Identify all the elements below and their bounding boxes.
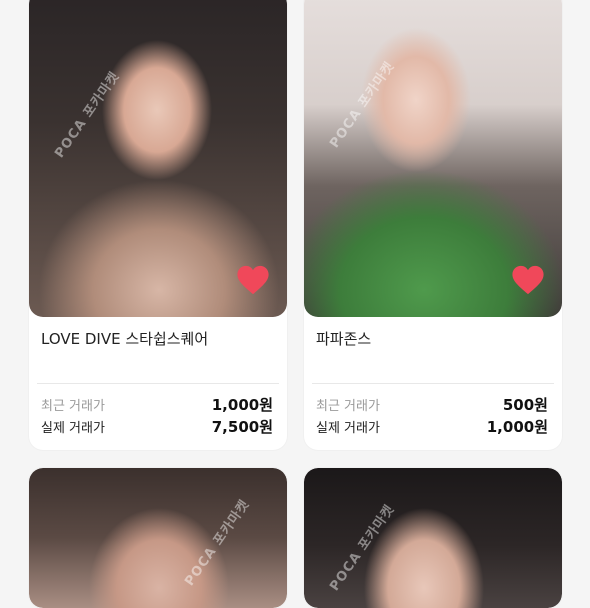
product-photo: POCA 포카마켓 bbox=[29, 468, 287, 608]
recent-price-row: 최근 거래가 1,000원 bbox=[41, 394, 273, 414]
recent-price-row: 최근 거래가 500원 bbox=[316, 394, 548, 414]
product-title[interactable]: LOVE DIVE 스타쉽스퀘어 bbox=[41, 328, 208, 349]
product-photo: POCA 포카마켓 bbox=[304, 0, 562, 317]
actual-price-value: 1,000원 bbox=[486, 417, 548, 436]
product-photo: POCA 포카마켓 bbox=[29, 0, 287, 317]
actual-price-value: 7,500원 bbox=[211, 417, 273, 436]
product-card[interactable]: POCA 포카마켓 bbox=[29, 468, 287, 608]
recent-price-label: 최근 거래가 bbox=[316, 398, 380, 414]
product-card[interactable]: POCA 포카마켓 bbox=[304, 468, 562, 608]
watermark: POCA 포카마켓 bbox=[327, 59, 398, 151]
recent-price-value: 500원 bbox=[502, 395, 548, 414]
actual-price-label: 실제 거래가 bbox=[316, 420, 380, 436]
recent-price-value: 1,000원 bbox=[211, 395, 273, 414]
actual-price-row: 실제 거래가 7,500원 bbox=[41, 416, 273, 436]
recent-price-label: 최근 거래가 bbox=[41, 398, 105, 414]
divider bbox=[312, 383, 554, 384]
product-title[interactable]: 파파존스 bbox=[316, 328, 371, 349]
product-card[interactable]: POCA 포카마켓 LOVE DIVE 스타쉽스퀘어 최근 거래가 1,000원… bbox=[29, 0, 287, 450]
product-photo: POCA 포카마켓 bbox=[304, 468, 562, 608]
heart-icon[interactable] bbox=[510, 262, 546, 298]
product-card[interactable]: POCA 포카마켓 파파존스 최근 거래가 500원 실제 거래가 1,000원 bbox=[304, 0, 562, 450]
watermark: POCA 포카마켓 bbox=[52, 69, 123, 161]
actual-price-row: 실제 거래가 1,000원 bbox=[316, 416, 548, 436]
heart-icon[interactable] bbox=[235, 262, 271, 298]
watermark: POCA 포카마켓 bbox=[182, 497, 253, 589]
watermark: POCA 포카마켓 bbox=[327, 502, 398, 594]
divider bbox=[37, 383, 279, 384]
photocard-grid: POCA 포카마켓 LOVE DIVE 스타쉽스퀘어 최근 거래가 1,000원… bbox=[0, 0, 590, 608]
actual-price-label: 실제 거래가 bbox=[41, 420, 105, 436]
